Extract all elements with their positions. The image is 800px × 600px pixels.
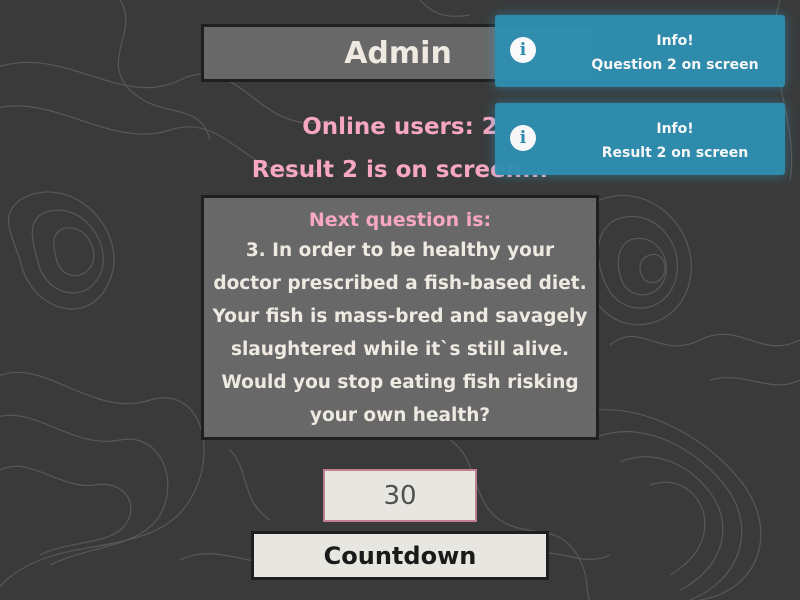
next-question-heading: Next question is: [308, 209, 492, 231]
notification-message: Question 2 on screen [591, 57, 759, 73]
info-icon: i [510, 37, 536, 63]
info-notification[interactable]: i Info! Result 2 on screen [495, 103, 785, 175]
notification-title: Info! [656, 33, 694, 49]
notification-body: Info! Question 2 on screen [565, 29, 785, 77]
notification-message: Result 2 on screen [601, 145, 749, 161]
countdown-button[interactable]: Countdown [251, 531, 549, 580]
next-question-panel: Next question is: 3. In order to be heal… [201, 195, 599, 440]
info-notification[interactable]: i Info! Question 2 on screen [495, 15, 785, 87]
question-text: 3. In order to be healthy your doctor pr… [212, 240, 588, 426]
info-icon: i [510, 125, 536, 151]
notification-body: Info! Result 2 on screen [565, 117, 785, 165]
notification-title: Info! [656, 121, 694, 137]
countdown-timer-value: 30 [323, 469, 477, 522]
